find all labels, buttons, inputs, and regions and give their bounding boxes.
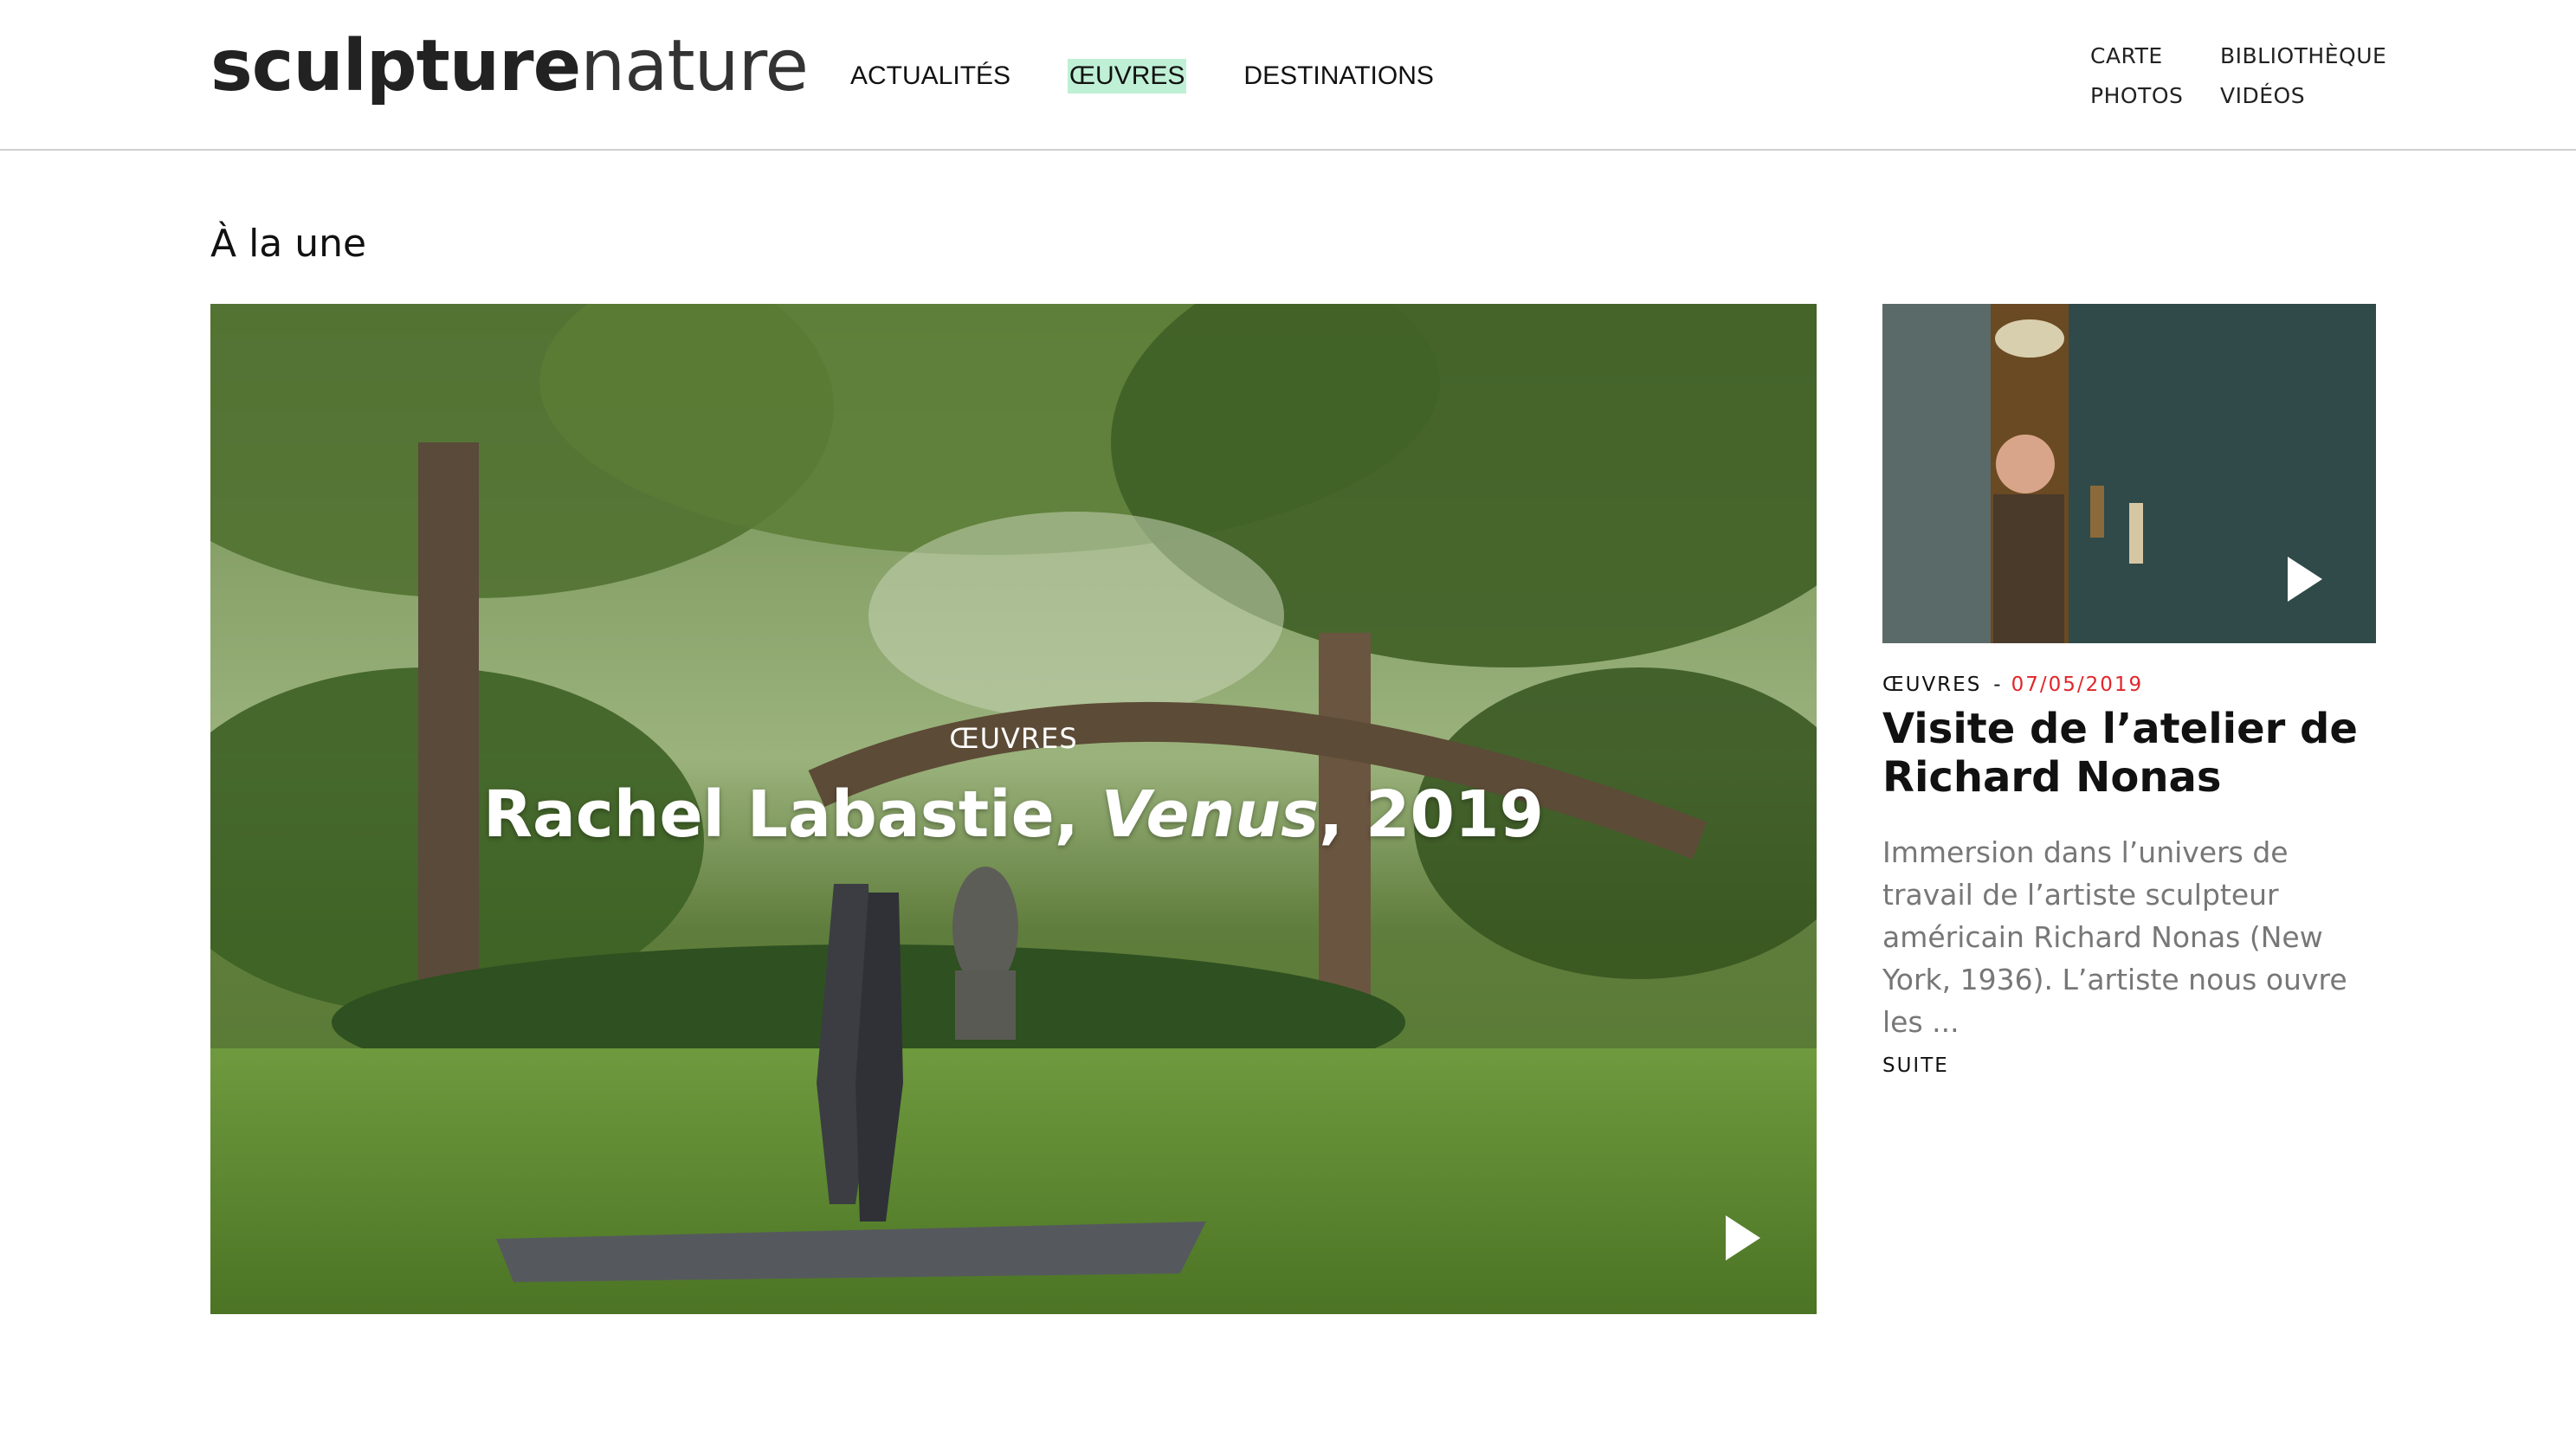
nav-item-carte[interactable]: CARTE (2090, 42, 2220, 71)
logo-bold-text: sculpture (210, 25, 581, 107)
play-icon[interactable] (1726, 1215, 1760, 1260)
featured-title-name: Rachel Labastie, (483, 777, 1101, 852)
section-title: À la une (210, 222, 367, 266)
nav-item-destinations[interactable]: DESTINATIONS (1242, 59, 1435, 93)
nav-item-photos[interactable]: PHOTOS (2090, 81, 2220, 111)
card-excerpt: Immersion dans l’univers de travail de l… (1882, 835, 2347, 1039)
secondary-nav: CARTE BIBLIOTHÈQUE PHOTOS VIDÉOS (2090, 42, 2386, 111)
nav-item-bibliotheque[interactable]: BIBLIOTHÈQUE (2220, 42, 2386, 71)
nav-item-videos[interactable]: VIDÉOS (2220, 81, 2385, 111)
logo-light-text: nature (580, 25, 809, 107)
featured-video[interactable]: ŒUVRES Rachel Labastie, Venus, 2019 (210, 304, 1817, 1314)
featured-title-year: , 2019 (1319, 777, 1544, 852)
card-date: 07/05/2019 (2011, 674, 2144, 696)
site-header: sculpturenature ACTUALITÉS ŒUVRES DESTIN… (0, 0, 2576, 151)
nav-item-actualites[interactable]: ACTUALITÉS (849, 59, 1012, 93)
card-meta: ŒUVRES -07/05/2019 (1882, 672, 2143, 698)
main-nav: ACTUALITÉS ŒUVRES DESTINATIONS (849, 59, 1491, 93)
card-separator: - (1993, 674, 2003, 696)
featured-title[interactable]: Rachel Labastie, Venus, 2019 (210, 771, 1817, 858)
featured-category[interactable]: ŒUVRES (210, 719, 1817, 757)
site-logo[interactable]: sculpturenature (210, 19, 809, 114)
featured-title-work: Venus (1101, 777, 1320, 852)
nav-item-oeuvres[interactable]: ŒUVRES (1068, 59, 1187, 93)
card-category[interactable]: ŒUVRES (1882, 674, 1981, 696)
card-video-thumbnail[interactable] (1882, 304, 2376, 643)
read-more-link[interactable]: SUITE (1882, 1053, 1949, 1079)
card-title[interactable]: Visite de l’atelier de Richard Nonas (1882, 705, 2376, 802)
play-icon[interactable] (2288, 557, 2322, 602)
